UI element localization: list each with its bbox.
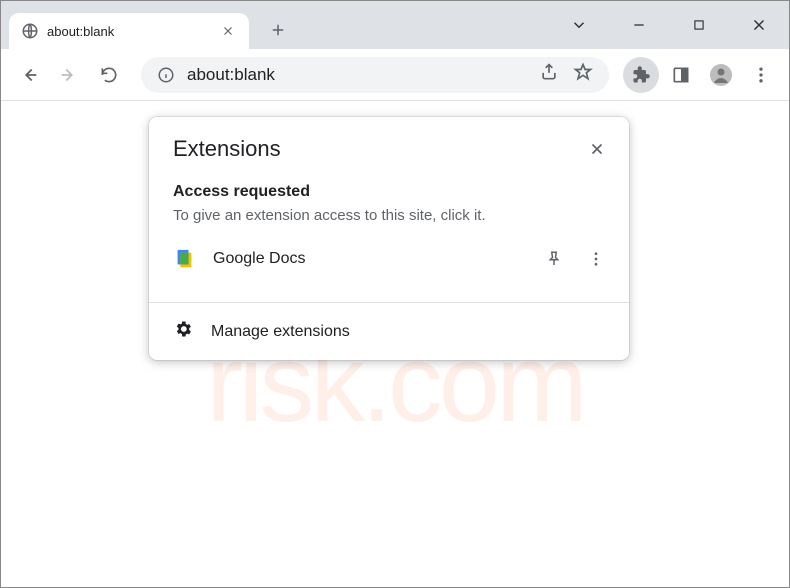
pin-icon[interactable] — [545, 250, 563, 268]
tab-close-button[interactable] — [219, 22, 237, 40]
section-description: To give an extension access to this site… — [173, 207, 605, 224]
share-icon[interactable] — [539, 62, 559, 87]
extension-actions — [545, 250, 605, 268]
window-controls — [549, 1, 789, 49]
extension-name: Google Docs — [213, 250, 306, 268]
window-close-button[interactable] — [729, 5, 789, 45]
window-maximize-button[interactable] — [669, 5, 729, 45]
popup-title: Extensions — [173, 136, 281, 162]
popup-close-button[interactable] — [581, 133, 613, 165]
extensions-popup: Extensions Access requested To give an e… — [149, 117, 629, 360]
section-heading: Access requested — [173, 183, 605, 201]
bookmark-star-icon[interactable] — [573, 62, 593, 87]
reload-button[interactable] — [91, 57, 127, 93]
manage-extensions-button[interactable]: Manage extensions — [149, 303, 629, 360]
globe-icon — [21, 22, 39, 40]
forward-button[interactable] — [51, 57, 87, 93]
gear-icon — [173, 319, 193, 344]
extension-row[interactable]: Google Docs — [173, 242, 605, 276]
popup-header: Extensions — [149, 117, 629, 173]
address-bar[interactable]: about:blank — [141, 57, 609, 93]
extensions-button[interactable] — [623, 57, 659, 93]
window-titlebar: about:blank — [1, 1, 789, 49]
browser-tab[interactable]: about:blank — [9, 13, 249, 49]
extension-menu-button[interactable] — [587, 250, 605, 268]
window-minimize-button[interactable] — [609, 5, 669, 45]
site-info-icon[interactable] — [157, 66, 175, 84]
side-panel-button[interactable] — [663, 57, 699, 93]
window-tab-dropdown[interactable] — [549, 5, 609, 45]
browser-toolbar: about:blank — [1, 49, 789, 101]
manage-extensions-label: Manage extensions — [211, 323, 350, 341]
back-button[interactable] — [11, 57, 47, 93]
new-tab-button[interactable] — [263, 15, 293, 45]
google-docs-icon — [173, 248, 195, 270]
omnibox-actions — [539, 62, 593, 87]
profile-button[interactable] — [703, 57, 739, 93]
popup-section: Access requested To give an extension ac… — [149, 173, 629, 294]
tab-title: about:blank — [47, 24, 114, 39]
chrome-menu-button[interactable] — [743, 57, 779, 93]
tab-strip: about:blank — [1, 1, 293, 49]
url-text: about:blank — [187, 65, 275, 85]
